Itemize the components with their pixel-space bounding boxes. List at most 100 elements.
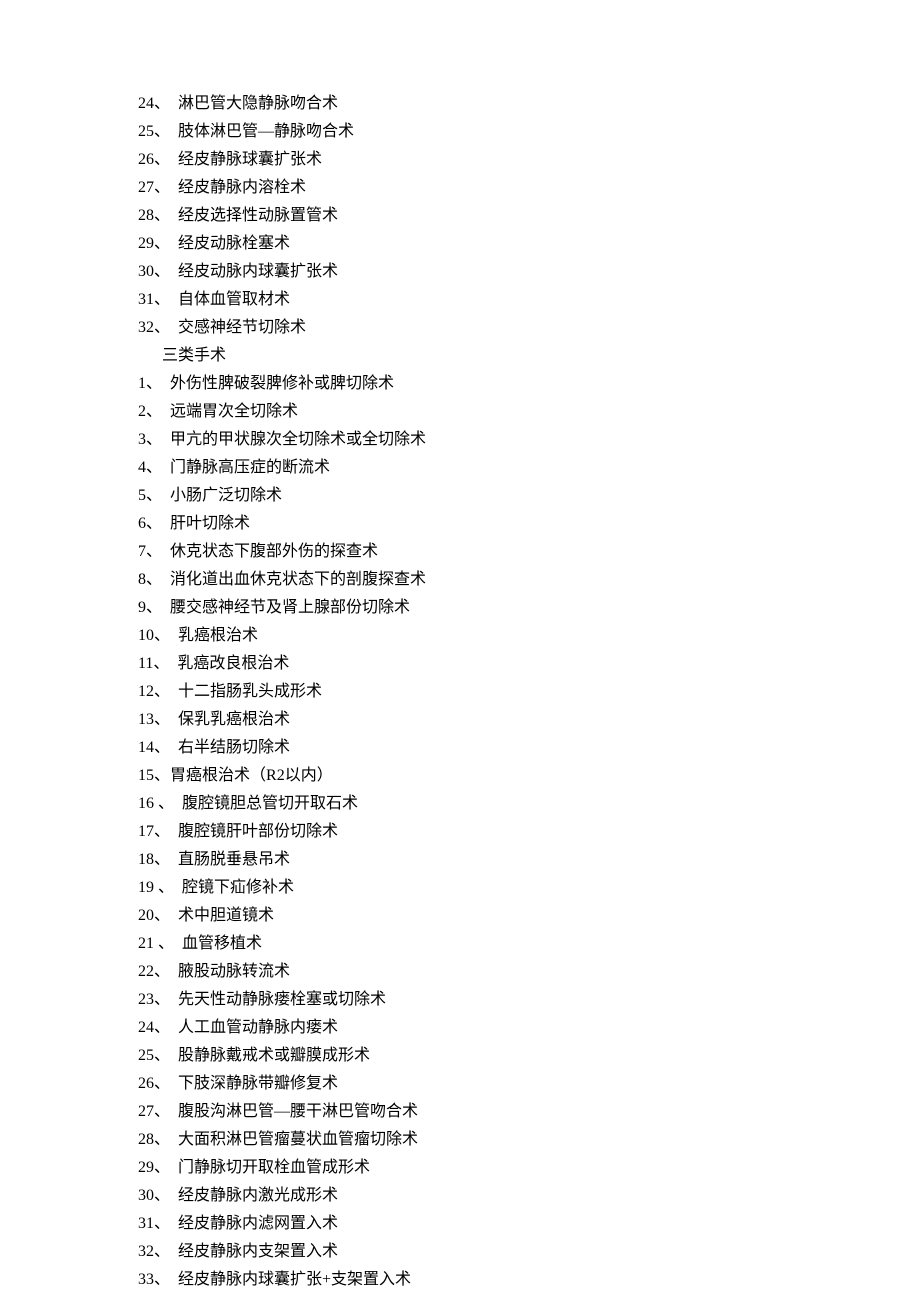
item-text: 大面积淋巴管瘤蔓状血管瘤切除术 [178, 1131, 418, 1148]
item-text: 乳癌根治术 [178, 627, 258, 644]
item-number: 11、 [138, 655, 169, 672]
item-number: 28、 [138, 207, 170, 224]
item-gap [170, 711, 178, 728]
item-number: 31、 [138, 1215, 170, 1232]
item-text: 下肢深静脉带瓣修复术 [178, 1075, 338, 1092]
item-text: 经皮静脉球囊扩张术 [178, 151, 322, 168]
item-text: 腰交感神经节及肾上腺部份切除术 [170, 599, 410, 616]
item-number: 24、 [138, 95, 170, 112]
item-text: 腹股沟淋巴管—腰干淋巴管吻合术 [178, 1103, 418, 1120]
item-gap [174, 935, 182, 952]
item-number: 10、 [138, 627, 170, 644]
list-item: 13、 保乳乳癌根治术 [138, 706, 920, 734]
list-item: 27、 腹股沟淋巴管—腰干淋巴管吻合术 [138, 1098, 920, 1126]
item-number: 19 、 [138, 879, 174, 896]
item-text: 直肠脱垂悬吊术 [178, 851, 290, 868]
item-gap [170, 207, 178, 224]
item-text: 股静脉戴戒术或瓣膜成形术 [178, 1047, 370, 1064]
item-number: 4、 [138, 459, 162, 476]
item-gap [170, 1243, 178, 1260]
list-item: 25、 肢体淋巴管—静脉吻合术 [138, 118, 920, 146]
item-gap [162, 515, 170, 532]
item-gap [162, 571, 170, 588]
item-text: 休克状态下腹部外伤的探查术 [170, 543, 378, 560]
item-number: 24、 [138, 1019, 170, 1036]
list-item: 17、 腹腔镜肝叶部份切除术 [138, 818, 920, 846]
item-text: 先天性动静脉瘘栓塞或切除术 [178, 991, 386, 1008]
item-text: 保乳乳癌根治术 [178, 711, 290, 728]
item-gap [170, 1019, 178, 1036]
list-item: 9、 腰交感神经节及肾上腺部份切除术 [138, 594, 920, 622]
item-gap [170, 907, 178, 924]
list-item: 5、 小肠广泛切除术 [138, 482, 920, 510]
item-number: 27、 [138, 179, 170, 196]
list-item: 32、 交感神经节切除术 [138, 314, 920, 342]
list-item: 23、 先天性动静脉瘘栓塞或切除术 [138, 986, 920, 1014]
item-text: 腔镜下疝修补术 [182, 879, 294, 896]
item-text: 肝叶切除术 [170, 515, 250, 532]
item-number: 21 、 [138, 935, 174, 952]
item-gap [162, 599, 170, 616]
list-item: 24、 淋巴管大隐静脉吻合术 [138, 90, 920, 118]
list-item: 1、 外伤性脾破裂脾修补或脾切除术 [138, 370, 920, 398]
item-gap [170, 627, 178, 644]
item-gap [170, 1131, 178, 1148]
item-gap [170, 1075, 178, 1092]
item-text: 肢体淋巴管—静脉吻合术 [178, 123, 354, 140]
item-number: 29、 [138, 235, 170, 252]
item-text: 淋巴管大隐静脉吻合术 [178, 95, 338, 112]
item-number: 22、 [138, 963, 170, 980]
list-item: 21 、 血管移植术 [138, 930, 920, 958]
item-text: 经皮选择性动脉置管术 [178, 207, 338, 224]
list-item: 10、 乳癌根治术 [138, 622, 920, 650]
item-text: 经皮动脉内球囊扩张术 [178, 263, 338, 280]
list-item: 16 、 腹腔镜胆总管切开取石术 [138, 790, 920, 818]
item-number: 26、 [138, 1075, 170, 1092]
item-text: 门静脉高压症的断流术 [170, 459, 330, 476]
list-item: 28、 大面积淋巴管瘤蔓状血管瘤切除术 [138, 1126, 920, 1154]
item-number: 16 、 [138, 795, 174, 812]
item-text: 腹腔镜肝叶部份切除术 [178, 823, 338, 840]
item-number: 12、 [138, 683, 170, 700]
item-text: 乳癌改良根治术 [177, 655, 289, 672]
item-text: 甲亢的甲状腺次全切除术或全切除术 [170, 431, 426, 448]
list-item: 8、 消化道出血休克状态下的剖腹探查术 [138, 566, 920, 594]
item-gap [170, 151, 178, 168]
item-gap [170, 291, 178, 308]
list-item: 11、 乳癌改良根治术 [138, 650, 920, 678]
item-number: 25、 [138, 1047, 170, 1064]
item-gap [170, 1215, 178, 1232]
item-text: 右半结肠切除术 [178, 739, 290, 756]
item-number: 27、 [138, 1103, 170, 1120]
item-number: 20、 [138, 907, 170, 924]
list-item: 12、 十二指肠乳头成形术 [138, 678, 920, 706]
item-text: 腋股动脉转流术 [178, 963, 290, 980]
item-text: 交感神经节切除术 [178, 319, 306, 336]
item-number: 3、 [138, 431, 162, 448]
item-gap [170, 963, 178, 980]
list-item: 29、 经皮动脉栓塞术 [138, 230, 920, 258]
item-gap [170, 235, 178, 252]
list-item: 15、胃癌根治术（R2以内） [138, 762, 920, 790]
item-number: 28、 [138, 1131, 170, 1148]
item-text: 自体血管取材术 [178, 291, 290, 308]
item-number: 30、 [138, 263, 170, 280]
item-text: 门静脉切开取栓血管成形术 [178, 1159, 370, 1176]
item-number: 9、 [138, 599, 162, 616]
list-item: 28、 经皮选择性动脉置管术 [138, 202, 920, 230]
item-number: 29、 [138, 1159, 170, 1176]
item-gap [170, 739, 178, 756]
item-gap [170, 1047, 178, 1064]
item-text: 经皮静脉内球囊扩张+支架置入术 [178, 1271, 411, 1288]
item-number: 32、 [138, 319, 170, 336]
item-gap [170, 683, 178, 700]
item-text: 经皮静脉内溶栓术 [178, 179, 306, 196]
item-number: 7、 [138, 543, 162, 560]
item-number: 6、 [138, 515, 162, 532]
item-number: 5、 [138, 487, 162, 504]
item-gap [162, 487, 170, 504]
list-item: 30、 经皮静脉内激光成形术 [138, 1182, 920, 1210]
list-item: 32、 经皮静脉内支架置入术 [138, 1238, 920, 1266]
list-item: 7、 休克状态下腹部外伤的探查术 [138, 538, 920, 566]
item-number: 23、 [138, 991, 170, 1008]
